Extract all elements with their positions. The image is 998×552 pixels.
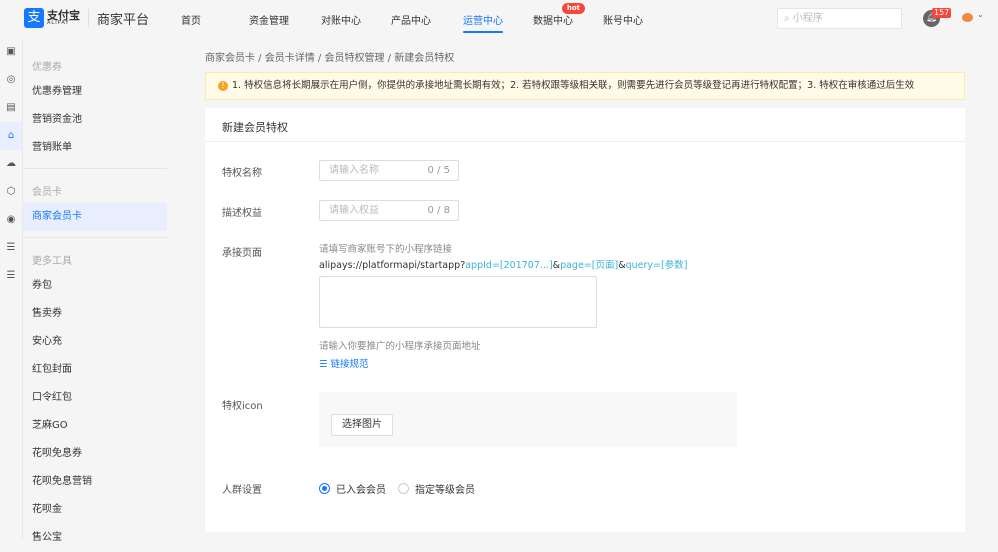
breadcrumb-current: 新建会员特权 [394, 53, 455, 64]
link-spec[interactable]: ☰ 链接规范 [319, 356, 369, 370]
nav-data-label: 数据中心 [533, 16, 573, 27]
breadcrumb: 商家会员卡 / 会员卡详情 / 会员特权管理 / 新建会员特权 [205, 53, 455, 64]
gift-icon[interactable]: ⌂ [0, 122, 22, 150]
page-title: 新建会员特权 [205, 108, 965, 142]
warning-icon: ! [218, 81, 228, 91]
url-page: page=[页面] [560, 260, 619, 271]
icon-upload-area: 选择图片 [319, 392, 737, 447]
nav-reconcile[interactable]: 对账中心 [321, 12, 391, 27]
dashboard-icon[interactable]: ▣ [0, 38, 22, 66]
chevron-down-icon[interactable]: ⌄ [977, 10, 984, 19]
search-input[interactable]: ⌕ 小程序 [777, 8, 902, 29]
link-spec-label: 链接规范 [330, 359, 369, 370]
main-nav: 首页 资金管理 对账中心 产品中心 运营中心 数据中心 hot 账号中心 [181, 3, 643, 33]
nav-funds[interactable]: 资金管理 [249, 12, 321, 27]
icon-label: 特权icon [222, 401, 263, 412]
sidebar-item[interactable]: 券包 [23, 272, 167, 300]
box-icon[interactable]: ⬡ [0, 178, 22, 206]
search-placeholder: 小程序 [792, 13, 823, 24]
sidebar-item[interactable]: 花呗免息营销 [23, 468, 167, 496]
url-query: query=[参数] [625, 260, 688, 271]
divider [88, 9, 89, 27]
logo[interactable]: 支 支付宝 ALIPAY 商家平台 [24, 8, 149, 28]
url-amp: & [618, 260, 626, 271]
sidebar: 优惠券 优惠券管理 营销资金池 营销账单 会员卡 商家会员卡 更多工具 券包 售… [23, 38, 167, 543]
desc-placeholder: 请输入权益 [329, 205, 379, 216]
top-bar: 支 支付宝 ALIPAY 商家平台 首页 资金管理 对账中心 产品中心 运营中心 … [0, 0, 998, 38]
sidebar-group-title: 会员卡 [32, 187, 62, 198]
sidebar-item[interactable]: 优惠券管理 [23, 78, 167, 106]
search-icon: ⌕ [784, 13, 793, 24]
sidebar-item[interactable]: 安心充 [23, 328, 167, 356]
sidebar-item[interactable]: 营销资金池 [23, 106, 167, 134]
radio-level-members[interactable] [398, 483, 409, 494]
doc2-icon[interactable]: ☰ [0, 262, 22, 290]
avatar[interactable] [962, 13, 973, 22]
coin-icon[interactable]: ◎ [0, 66, 22, 94]
name-label: 特权名称 [222, 168, 262, 179]
breadcrumb-item[interactable]: 会员卡详情 [265, 53, 315, 64]
form-card: 新建会员特权 特权名称 请输入名称 0 / 5 描述权益 请输入权益 0 / 8 承… [205, 108, 965, 532]
desc-input[interactable]: 请输入权益 0 / 8 [319, 200, 459, 221]
page-label: 承接页面 [222, 248, 262, 259]
name-placeholder: 请输入名称 [329, 165, 379, 176]
target-icon[interactable]: ◉ [0, 206, 22, 234]
sidebar-item[interactable]: 芝麻GO [23, 412, 167, 440]
sidebar-item-selected[interactable]: 商家会员卡 [23, 203, 167, 231]
notification-badge: 157 [932, 8, 952, 18]
alert-text: 1. 特权信息将长期展示在用户侧，你提供的承接地址需长期有效；2. 若特权跟等级… [232, 80, 915, 91]
nav-operation[interactable]: 运营中心 [463, 12, 503, 33]
name-input[interactable]: 请输入名称 0 / 5 [319, 160, 459, 181]
sidebar-item[interactable]: 售公宝 [23, 524, 167, 552]
page-url-textarea[interactable] [319, 276, 597, 328]
cloud-icon[interactable]: ☁︎ [0, 150, 22, 178]
url-prefix: alipays://platformapi/startapp? [319, 260, 466, 271]
crowd-label: 人群设置 [222, 485, 262, 496]
hot-badge: hot [561, 3, 585, 14]
bill-icon[interactable]: ▤ [0, 94, 22, 122]
sidebar-item[interactable]: 营销账单 [23, 134, 167, 162]
url-amp: & [552, 260, 561, 271]
sidebar-item[interactable]: 花呗免息券 [23, 440, 167, 468]
sidebar-item[interactable]: 红包封面 [23, 356, 167, 384]
url-template: alipays://platformapi/startapp?appId=[20… [319, 257, 687, 271]
sidebar-item[interactable]: 口令红包 [23, 384, 167, 412]
breadcrumb-item[interactable]: 会员特权管理 [324, 53, 384, 64]
breadcrumb-item[interactable]: 商家会员卡 [205, 53, 255, 64]
icon-rail: ▣ ◎ ▤ ⌂ ☁︎ ⬡ ◉ ☰ ☰ [0, 38, 23, 539]
doc-icon[interactable]: ☰ [0, 234, 22, 262]
list-icon: ☰ [319, 359, 331, 370]
page-hint: 请填写商家账号下的小程序链接 [319, 244, 453, 255]
sidebar-group-title: 更多工具 [32, 256, 72, 267]
sidebar-group-title: 优惠券 [32, 62, 62, 73]
notice-alert: ! 1. 特权信息将长期展示在用户侧，你提供的承接地址需长期有效；2. 若特权跟等… [205, 72, 965, 100]
platform-name: 商家平台 [97, 12, 150, 28]
desc-label: 描述权益 [222, 208, 262, 219]
radio-members[interactable] [319, 483, 330, 494]
desc-count: 0 / 8 [427, 205, 450, 216]
nav-home[interactable]: 首页 [181, 12, 249, 27]
sidebar-item[interactable]: 售卖券 [23, 300, 167, 328]
name-count: 0 / 5 [427, 165, 450, 176]
url-appid: appId=[201707...] [465, 260, 553, 271]
alipay-logo-icon: 支 [24, 8, 44, 28]
sidebar-item[interactable]: 花呗金 [23, 496, 167, 524]
nav-account[interactable]: 账号中心 [603, 12, 643, 27]
crowd-radio-group: 已入会会员 指定等级会员 [319, 481, 475, 496]
page-help: 请输入你要推广的小程序承接页面地址 [319, 341, 481, 352]
nav-product[interactable]: 产品中心 [391, 12, 463, 27]
radio-members-label[interactable]: 已入会会员 [336, 481, 386, 496]
nav-data[interactable]: 数据中心 hot [533, 3, 603, 27]
select-image-button[interactable]: 选择图片 [331, 414, 393, 436]
radio-level-label[interactable]: 指定等级会员 [415, 481, 475, 496]
